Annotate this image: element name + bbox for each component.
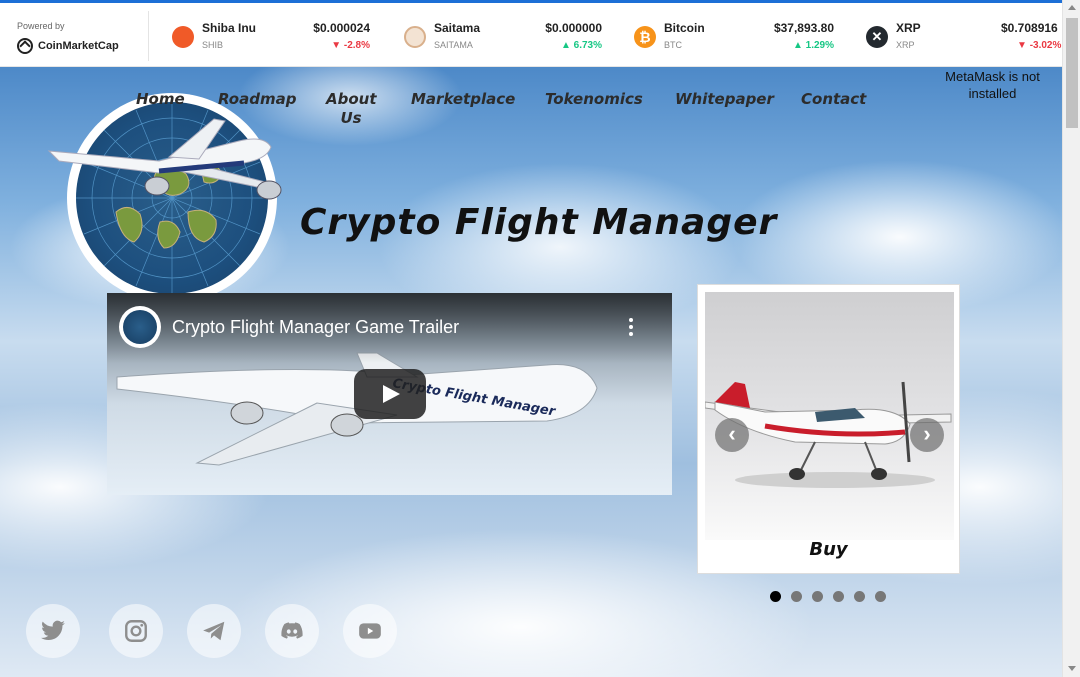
carousel-prev-button[interactable]: ‹	[715, 418, 749, 452]
ticker-coin-xrp[interactable]: ✕ XRP XRP $0.708916 ▼ -3.02%	[866, 20, 1062, 54]
carousel-dot[interactable]	[854, 591, 865, 602]
airplane-icon	[47, 118, 282, 200]
telegram-button[interactable]	[187, 604, 241, 658]
airplane-carousel: ‹ › Buy	[697, 284, 960, 574]
video-more-icon[interactable]	[629, 318, 633, 336]
hero-section: Home Roadmap About Us Marketplace Tokeno…	[0, 67, 1062, 677]
coin-price: $0.708916	[1001, 21, 1058, 35]
ticker-divider	[148, 11, 149, 61]
scroll-up-icon[interactable]	[1068, 5, 1076, 10]
carousel-dot[interactable]	[770, 591, 781, 602]
coin-change: ▼ -2.8%	[331, 40, 370, 51]
shiba-icon	[172, 26, 194, 48]
coin-price: $0.000000	[545, 21, 602, 35]
coin-symbol: XRP	[896, 40, 915, 50]
video-player[interactable]: Crypto Flight Manager Crypto Flight Mana…	[107, 293, 672, 495]
carousel-next-button[interactable]: ›	[910, 418, 944, 452]
coin-change-value: -3.02%	[1029, 40, 1062, 51]
coin-change: ▲ 1.29%	[792, 40, 834, 51]
nav-marketplace[interactable]: Marketplace	[411, 90, 515, 109]
coin-symbol: SAITAMA	[434, 40, 473, 50]
discord-button[interactable]	[265, 604, 319, 658]
discord-icon	[281, 622, 303, 639]
telegram-icon	[203, 621, 225, 641]
coin-price: $0.000024	[313, 21, 370, 35]
nav-whitepaper[interactable]: Whitepaper	[675, 90, 774, 109]
ticker-coin-saitama[interactable]: Saitama SAITAMA $0.000000 ▲ 6.73%	[404, 20, 604, 54]
crypto-price-ticker: Powered by CoinMarketCap Shiba Inu SHIB …	[0, 0, 1062, 67]
coin-change-value: 6.73%	[573, 40, 602, 51]
instagram-button[interactable]	[109, 604, 163, 658]
nav-contact[interactable]: Contact	[801, 90, 866, 109]
powered-by-label: Powered by	[17, 21, 65, 31]
coin-change: ▼ -3.02%	[1017, 40, 1062, 51]
coin-name: Saitama	[434, 21, 481, 35]
youtube-button[interactable]	[343, 604, 397, 658]
nav-about-us[interactable]: About Us	[326, 90, 377, 128]
xrp-icon: ✕	[866, 26, 888, 48]
nav-tokenomics[interactable]: Tokenomics	[545, 90, 643, 109]
powered-by[interactable]: Powered by CoinMarketCap	[17, 21, 119, 54]
page-scrollbar[interactable]	[1062, 0, 1080, 677]
carousel-slide-image: ‹ ›	[705, 292, 954, 540]
channel-avatar[interactable]	[119, 306, 161, 348]
carousel-dot[interactable]	[812, 591, 823, 602]
coin-change: ▲ 6.73%	[560, 40, 602, 51]
coinmarketcap-brand: CoinMarketCap	[38, 40, 119, 52]
coin-change-value: 1.29%	[805, 40, 834, 51]
scroll-down-icon[interactable]	[1068, 666, 1076, 671]
scrollbar-thumb[interactable]	[1066, 18, 1078, 128]
nav-roadmap[interactable]: Roadmap	[218, 90, 296, 109]
coinmarketcap-logo[interactable]: CoinMarketCap	[17, 38, 119, 54]
site-logo[interactable]	[47, 93, 282, 303]
play-button[interactable]	[354, 369, 426, 419]
coin-name: Shiba Inu	[202, 21, 256, 35]
ticker-coin-btc[interactable]: ₿ Bitcoin BTC $37,893.80 ▲ 1.29%	[634, 20, 836, 54]
youtube-icon	[359, 623, 381, 639]
ticker-coin-shib[interactable]: Shiba Inu SHIB $0.000024 ▼ -2.8%	[172, 20, 372, 54]
carousel-dot[interactable]	[875, 591, 886, 602]
buy-button[interactable]: Buy	[698, 539, 959, 560]
coinmarketcap-icon	[17, 38, 33, 54]
saitama-icon	[404, 26, 426, 48]
carousel-dot[interactable]	[791, 591, 802, 602]
page-title: Crypto Flight Manager	[300, 202, 778, 243]
coin-symbol: BTC	[664, 40, 682, 50]
twitter-button[interactable]	[26, 604, 80, 658]
bitcoin-icon: ₿	[634, 26, 656, 48]
nav-home[interactable]: Home	[136, 90, 185, 109]
instagram-icon	[125, 620, 147, 642]
coin-name: Bitcoin	[664, 21, 705, 35]
carousel-dot[interactable]	[833, 591, 844, 602]
twitter-icon	[41, 620, 65, 640]
video-title[interactable]: Crypto Flight Manager Game Trailer	[172, 317, 459, 338]
coin-price: $37,893.80	[773, 21, 834, 35]
metamask-status: MetaMask is not installed	[945, 69, 1040, 101]
coin-symbol: SHIB	[202, 40, 224, 50]
coin-change-value: -2.8%	[343, 40, 370, 51]
coin-name: XRP	[896, 21, 921, 35]
